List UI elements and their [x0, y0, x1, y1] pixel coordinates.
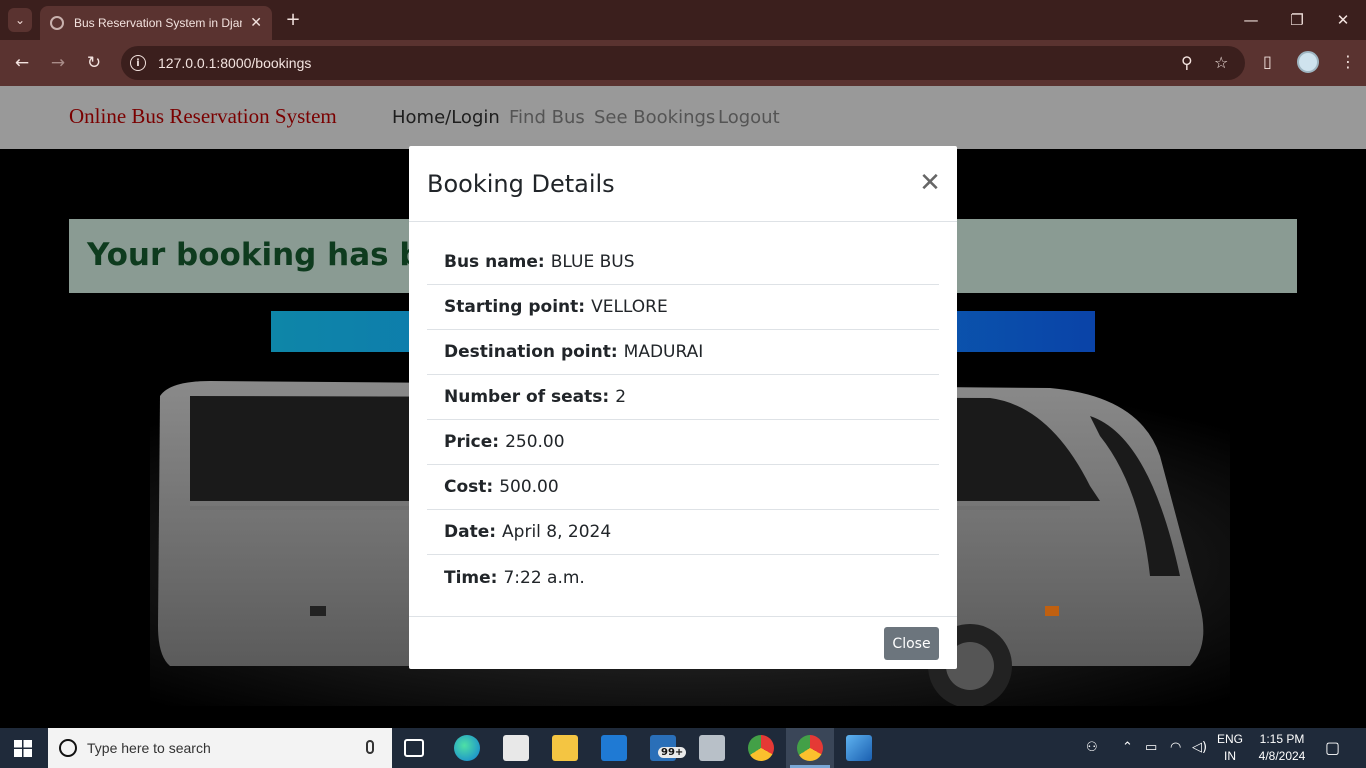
modal-title: Booking Details [427, 170, 615, 198]
chrome-icon[interactable] [748, 735, 774, 761]
address-bar[interactable]: i 127.0.0.1:8000/bookings ⚲ ☆ [121, 46, 1245, 80]
detail-value: VELLORE [591, 297, 668, 317]
detail-value: 500.00 [499, 477, 559, 497]
detail-value: BLUE BUS [550, 252, 635, 272]
detail-row-starting-point: Starting point: VELLORE [427, 285, 939, 330]
menu-kebab-icon[interactable]: ⋮ [1340, 52, 1356, 71]
nav-logout[interactable]: Logout [718, 107, 780, 128]
vscode-icon[interactable] [601, 735, 627, 761]
detail-label: Bus name: [444, 252, 545, 272]
lang-region: IN [1224, 749, 1236, 763]
lang-code: ENG [1217, 732, 1244, 746]
clock-date: 4/8/2024 [1258, 749, 1306, 763]
detail-value: MADURAI [623, 342, 704, 362]
bookmark-star-icon[interactable]: ☆ [1214, 53, 1228, 72]
cortana-icon [59, 739, 77, 757]
modal-header: Booking Details ✕ [409, 146, 957, 222]
arrow-left-icon: ← [14, 53, 30, 73]
browser-tab-strip: ⌄ Bus Reservation System in Djan ✕ + — ❐… [0, 0, 1366, 40]
chrome-active-icon[interactable] [797, 735, 823, 761]
close-icon[interactable]: ✕ [917, 170, 943, 196]
detail-label: Cost: [444, 477, 494, 497]
detail-row-time: Time: 7:22 a.m. [427, 555, 939, 600]
nav-find-bus[interactable]: Find Bus [509, 107, 585, 128]
detail-label: Number of seats: [444, 387, 610, 407]
forward-button[interactable]: → [46, 51, 70, 75]
detail-row-cost: Cost: 500.00 [427, 465, 939, 510]
detail-row-destination-point: Destination point: MADURAI [427, 330, 939, 375]
detail-row-bus-name: Bus name: BLUE BUS [427, 240, 939, 285]
detail-label: Time: [444, 567, 498, 588]
task-view-icon[interactable] [404, 739, 424, 757]
nav-see-bookings[interactable]: See Bookings [594, 107, 715, 128]
tab-search-dropdown[interactable]: ⌄ [8, 8, 32, 32]
detail-label: Date: [444, 522, 497, 542]
detail-value: 2 [615, 387, 627, 407]
detail-row-number-of-seats: Number of seats: 2 [427, 375, 939, 420]
modal-body: Bus name: BLUE BUS Starting point: VELLO… [427, 240, 939, 600]
detail-value: 7:22 a.m. [503, 567, 585, 588]
side-panel-icon[interactable]: ▯ [1263, 52, 1272, 71]
detail-label: Destination point: [444, 342, 618, 362]
arrow-right-icon: → [50, 53, 66, 73]
detail-row-price: Price: 250.00 [427, 420, 939, 465]
mail-badge: 99+ [658, 747, 687, 758]
reload-icon: ↻ [86, 53, 102, 73]
booking-details-modal: Booking Details ✕ Bus name: BLUE BUS Sta… [409, 146, 957, 669]
browser-tab[interactable]: Bus Reservation System in Djan ✕ [40, 6, 272, 40]
tab-close-icon[interactable]: ✕ [250, 15, 262, 31]
close-button[interactable]: Close [884, 627, 939, 660]
edge-icon[interactable] [454, 735, 480, 761]
back-button[interactable]: ← [10, 51, 34, 75]
url-text: 127.0.0.1:8000/bookings [158, 55, 312, 71]
site-navbar: Online Bus Reservation System Home/Login… [0, 86, 1366, 149]
taskbar-search-box[interactable]: Type here to search [48, 728, 392, 768]
browser-toolbar: ← → ↻ i 127.0.0.1:8000/bookings ⚲ ☆ ▯ ⋮ [0, 40, 1366, 86]
store-icon[interactable] [503, 735, 529, 761]
photos-icon[interactable] [846, 735, 872, 761]
tab-title: Bus Reservation System in Djan [74, 16, 243, 30]
battery-icon[interactable]: ▭ [1145, 740, 1157, 755]
microphone-icon[interactable] [366, 740, 374, 754]
calculator-icon[interactable] [699, 735, 725, 761]
volume-icon[interactable]: ◁) [1192, 740, 1207, 755]
file-explorer-icon[interactable] [552, 735, 578, 761]
detail-label: Price: [444, 432, 500, 452]
detail-value: 250.00 [505, 432, 565, 452]
chevron-down-icon: ⌄ [14, 13, 26, 27]
info-icon[interactable]: i [130, 55, 146, 71]
language-indicator[interactable]: ENG IN [1217, 731, 1243, 765]
detail-value: April 8, 2024 [502, 522, 612, 542]
windows-start-icon[interactable] [14, 740, 32, 757]
reload-button[interactable]: ↻ [82, 51, 106, 75]
profile-avatar[interactable] [1297, 51, 1319, 73]
windows-taskbar: Type here to search 99+ ⚇ ⌃ ▭ ◠ ◁) ENG I… [0, 728, 1366, 768]
minimize-button[interactable]: — [1236, 8, 1266, 32]
restore-button[interactable]: ❐ [1282, 8, 1312, 32]
mail-icon[interactable]: 99+ [650, 735, 687, 761]
site-brand[interactable]: Online Bus Reservation System [69, 104, 337, 129]
taskbar-clock[interactable]: 1:15 PM 4/8/2024 [1258, 731, 1306, 765]
search-placeholder: Type here to search [87, 740, 211, 756]
clock-time: 1:15 PM [1259, 732, 1305, 746]
detail-row-date: Date: April 8, 2024 [427, 510, 939, 555]
notification-icon[interactable]: ▢ [1325, 738, 1340, 757]
detail-label: Starting point: [444, 297, 586, 317]
wifi-icon[interactable]: ◠ [1170, 740, 1181, 755]
chevron-up-icon[interactable]: ⌃ [1122, 740, 1133, 755]
zoom-icon[interactable]: ⚲ [1181, 53, 1193, 72]
nav-home-login[interactable]: Home/Login [392, 107, 500, 128]
people-icon[interactable]: ⚇ [1086, 740, 1098, 755]
globe-icon [50, 16, 64, 30]
close-window-button[interactable]: ✕ [1328, 8, 1358, 32]
modal-footer: Close [409, 616, 957, 669]
new-tab-button[interactable]: + [282, 8, 304, 30]
